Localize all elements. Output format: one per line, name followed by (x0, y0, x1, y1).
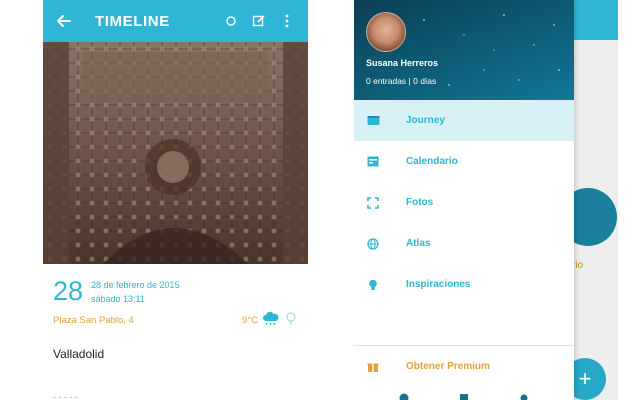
rain-cloud-icon (262, 311, 280, 329)
user-name: Susana Herreros (366, 58, 439, 68)
device-icon[interactable] (459, 390, 469, 400)
globe-icon (366, 237, 380, 251)
drawer-item-calendar[interactable]: Calendario (354, 141, 574, 182)
drawer-screen: rio + Susana Herreros 0 entradas | 0 día… (354, 0, 618, 400)
drawer-item-journey[interactable]: Journey (354, 100, 574, 141)
lightbulb-icon (366, 278, 380, 292)
drawer-item-photos[interactable]: Fotos (354, 182, 574, 223)
drawer-item-premium[interactable]: Obtener Premium (354, 346, 574, 387)
more-vert-icon[interactable] (276, 10, 298, 32)
journey-icon (366, 114, 380, 128)
drawer-item-inspirations[interactable]: Inspiraciones (354, 264, 574, 305)
gift-icon (366, 360, 380, 374)
screenshot-stage: TIMELINE 28 28 de febrero de 2015 sábado… (0, 0, 640, 400)
drawer-item-label: Journey (406, 115, 445, 126)
entry-meta: 28 28 de febrero de 2015 sábado 13:11 Pl… (43, 264, 308, 329)
drawer-item-label: Obtener Premium (406, 361, 490, 372)
sync-circle-icon[interactable] (220, 10, 242, 32)
entry-location[interactable]: Plaza San Pablo, 4 (53, 315, 134, 326)
calendar-icon (366, 155, 380, 169)
entry-photo[interactable] (43, 42, 308, 264)
drawer-item-label: Calendario (406, 156, 458, 167)
drawer-item-atlas[interactable]: Atlas (354, 223, 574, 264)
drawer-bottom-icons (354, 390, 574, 400)
edit-icon[interactable] (248, 10, 270, 32)
settings-icon[interactable] (519, 390, 529, 400)
timeline-screen: TIMELINE 28 28 de febrero de 2015 sábado… (43, 0, 308, 400)
next-entry-snippet: - - - - - (53, 392, 78, 400)
entry-weather: 9°C (242, 311, 298, 329)
drawer-header: Susana Herreros 0 entradas | 0 días (354, 0, 574, 100)
page-title: TIMELINE (95, 12, 170, 30)
entry-date: 28 de febrero de 2015 (91, 280, 180, 290)
arrow-left-icon[interactable] (53, 10, 75, 32)
entry-time: sábado 13:11 (91, 294, 145, 304)
temperature: 9°C (242, 315, 258, 326)
drawer-item-label: Fotos (406, 197, 434, 208)
photo-frame-icon (366, 196, 380, 210)
avatar[interactable] (366, 12, 406, 52)
entry-text: Valladolid (53, 347, 105, 361)
user-stats: 0 entradas | 0 días (366, 76, 437, 86)
thermometer-icon (284, 312, 298, 329)
entry-day: 28 (53, 276, 84, 306)
navigation-drawer: Susana Herreros 0 entradas | 0 días Jour… (354, 0, 574, 400)
drawer-item-label: Inspiraciones (406, 279, 471, 290)
help-icon[interactable] (399, 390, 409, 400)
app-bar: TIMELINE (43, 0, 308, 42)
drawer-item-label: Atlas (406, 238, 431, 249)
